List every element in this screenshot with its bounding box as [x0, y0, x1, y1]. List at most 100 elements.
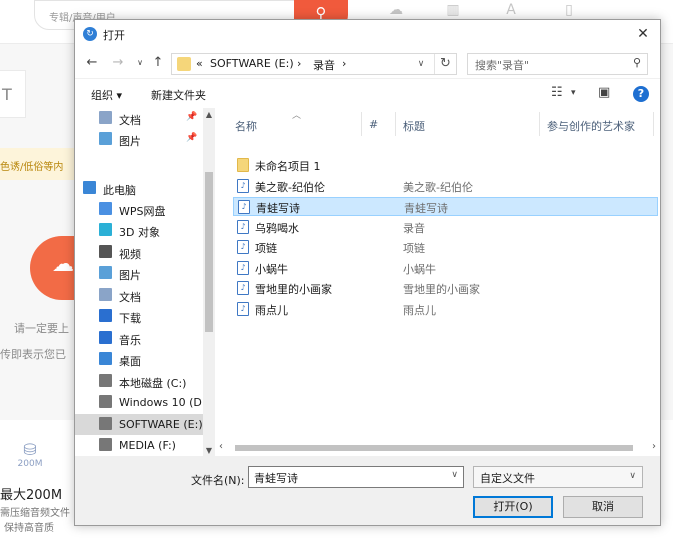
nav-item[interactable]: 此电脑	[75, 178, 203, 199]
column-header-number[interactable]: #	[369, 118, 378, 131]
file-title: 美之歌-纪伯伦	[403, 180, 473, 194]
nav-item[interactable]: 桌面	[75, 349, 203, 370]
breadcrumb-separator[interactable]: ›	[297, 57, 301, 70]
nav-item[interactable]: 3D 对象	[75, 220, 203, 241]
new-folder-button[interactable]: 新建文件夹	[151, 87, 206, 103]
audio-file-icon: ♪	[237, 178, 249, 193]
sort-ascending-icon: ︿	[292, 111, 302, 121]
file-row[interactable]: ♪ 小蜗牛 小蜗牛	[233, 259, 658, 278]
database-icon: ⛁ 200M	[14, 440, 46, 469]
upload-icon: ☁	[52, 252, 74, 277]
nav-item[interactable]: Windows 10 (D	[75, 392, 203, 413]
breadcrumb-folder[interactable]: 录音	[313, 57, 335, 73]
file-row[interactable]: ♪ 青蛙写诗 青蛙写诗	[233, 197, 658, 216]
nav-item-icon	[83, 181, 96, 194]
close-icon: ✕	[637, 26, 649, 42]
forward-button[interactable]: →	[109, 54, 127, 72]
address-dropdown-button[interactable]: ∨	[409, 54, 433, 74]
upload-cloud-icon[interactable]: ☁	[384, 2, 408, 18]
scroll-left-icon[interactable]: ‹	[219, 441, 223, 452]
nav-item[interactable]: SOFTWARE (E:)	[75, 414, 203, 435]
open-file-dialog: ↻ 打开 ✕ ← → ∨ ↑ « SOFTWARE (E:) › 录音 › ∨ …	[74, 19, 661, 526]
cancel-button[interactable]: 取消	[563, 496, 643, 518]
nav-item[interactable]: 文档 📌	[75, 108, 203, 129]
view-dropdown-icon[interactable]: ▾	[571, 88, 576, 98]
nav-item[interactable]: WPS网盘	[75, 199, 203, 220]
nav-item-label: 此电脑	[103, 184, 136, 197]
bg-small-text-1: 需压缩音频文件	[0, 508, 70, 519]
file-name: 雨点儿	[255, 303, 288, 317]
nav-item-icon	[99, 374, 112, 387]
open-button[interactable]: 打开(O)	[473, 496, 553, 518]
file-list-hscrollbar[interactable]: ‹ ›	[217, 440, 660, 456]
search-box[interactable]: 搜索"录音" ⚲	[467, 53, 648, 75]
file-title: 雨点儿	[403, 303, 436, 317]
file-name: 小蜗牛	[255, 262, 288, 276]
file-row[interactable]: ♪ 美之歌-纪伯伦 美之歌-纪伯伦	[233, 177, 658, 196]
column-header-title[interactable]: 标题	[403, 118, 425, 134]
navigation-bar: ← → ∨ ↑ « SOFTWARE (E:) › 录音 › ∨ ↻ 搜索"录音…	[75, 48, 660, 78]
refresh-icon: ↻	[440, 56, 451, 71]
nav-item-label: 下载	[119, 312, 141, 325]
column-header-artist[interactable]: 参与创作的艺术家	[547, 118, 635, 134]
chevron-down-icon[interactable]: ∨	[451, 470, 458, 480]
nav-item[interactable]: 图片 📌	[75, 129, 203, 150]
font-icon[interactable]: A	[499, 2, 523, 18]
file-row[interactable]: ♪ 雨点儿 雨点儿	[233, 300, 658, 319]
nav-item-icon	[99, 309, 112, 322]
file-row[interactable]: ♪ 乌鸦喝水 录音	[233, 218, 658, 237]
audio-file-icon: ♪	[237, 219, 249, 234]
address-bar[interactable]: « SOFTWARE (E:) › 录音 › ∨ ↻	[171, 53, 457, 75]
nav-item[interactable]: 文档	[75, 285, 203, 306]
filename-field[interactable]: 青蛙写诗 ∨	[248, 466, 464, 488]
bg-card: T	[0, 70, 26, 118]
chart-icon[interactable]: ▥	[441, 2, 465, 18]
help-icon[interactable]: ?	[633, 86, 649, 102]
navigation-pane: 文档 📌 图片 📌 此电脑 WPS网盘 3D 对象 视频 图片 文档下载音乐 桌面本地磁盘 (C:)…	[75, 108, 215, 458]
file-name: 雪地里的小画家	[255, 283, 332, 296]
file-row[interactable]: ♪ 雪地里的小画家 雪地里的小画家	[233, 279, 658, 298]
close-button[interactable]: ✕	[630, 22, 656, 46]
nav-item[interactable]: 下载	[75, 306, 203, 327]
nav-item[interactable]: 音乐	[75, 328, 203, 349]
recent-locations-button[interactable]: ∨	[131, 54, 149, 72]
hscrollbar-thumb[interactable]	[235, 445, 633, 451]
nav-item-icon	[99, 352, 112, 365]
scroll-up-icon[interactable]: ▲	[203, 108, 215, 122]
nav-item[interactable]: 图片	[75, 263, 203, 284]
phone-icon[interactable]: ▯	[557, 2, 581, 18]
view-options-icon[interactable]: ☷	[551, 85, 563, 100]
file-row[interactable]: 未命名项目 1	[233, 156, 658, 175]
nav-item-label: 本地磁盘 (C:)	[119, 377, 187, 390]
search-input[interactable]: 搜索"录音"	[475, 57, 529, 73]
nav-item[interactable]: MEDIA (F:)	[75, 435, 203, 456]
scroll-right-icon[interactable]: ›	[652, 441, 656, 452]
back-button[interactable]: ←	[83, 54, 101, 72]
dialog-app-icon: ↻	[83, 27, 97, 41]
nav-scrollbar-thumb[interactable]	[205, 172, 213, 332]
column-header-name[interactable]: 名称	[235, 118, 257, 134]
chevron-down-icon: ∨	[137, 58, 143, 67]
filename-value[interactable]: 青蛙写诗	[254, 470, 298, 486]
file-name: 美之歌-纪伯伦	[255, 180, 325, 194]
filetype-value: 自定义文件	[480, 472, 535, 485]
nav-item[interactable]: 本地磁盘 (C:)	[75, 371, 203, 392]
folder-icon	[237, 158, 249, 172]
nav-item-icon	[99, 331, 112, 344]
organize-menu[interactable]: 组织 ▾	[91, 87, 122, 103]
breadcrumb-drive[interactable]: SOFTWARE (E:)	[210, 57, 294, 70]
breadcrumb-overflow[interactable]: «	[196, 57, 203, 70]
nav-item-label: WPS网盘	[119, 205, 166, 218]
up-button[interactable]: ↑	[149, 54, 167, 72]
nav-scrollbar[interactable]: ▲ ▼	[203, 108, 215, 458]
file-title: 录音	[403, 221, 425, 235]
file-row[interactable]: ♪ 项链 项链	[233, 238, 658, 257]
nav-item[interactable]: 视频	[75, 242, 203, 263]
audio-file-icon: ♪	[237, 301, 249, 316]
file-name: 未命名项目 1	[255, 160, 321, 173]
breadcrumb-separator-2[interactable]: ›	[342, 57, 346, 70]
filetype-select[interactable]: 自定义文件 ∨	[473, 466, 643, 488]
audio-file-icon: ♪	[237, 281, 249, 295]
refresh-button[interactable]: ↻	[434, 54, 456, 74]
preview-pane-icon[interactable]: ▣	[598, 85, 610, 100]
